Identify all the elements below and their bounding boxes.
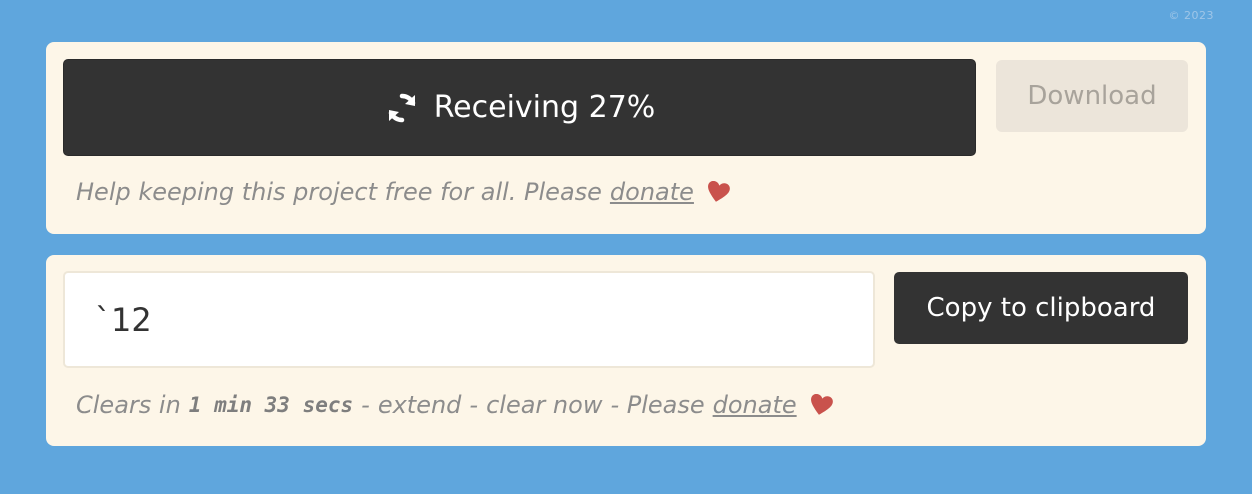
countdown-timer: 1 min 33 secs xyxy=(188,393,354,417)
receiving-button[interactable]: Receiving 27% xyxy=(63,59,976,156)
please-text: - Please xyxy=(610,391,705,419)
copy-to-clipboard-button[interactable]: Copy to clipboard xyxy=(894,272,1188,344)
help-text: Help keeping this project free for all. … xyxy=(76,178,730,206)
receiving-label: Receiving 27% xyxy=(433,90,656,125)
donate-link[interactable]: donate xyxy=(610,178,694,206)
clears-in-label: Clears in xyxy=(76,391,181,419)
help-message: Help keeping this project free for all. … xyxy=(76,178,602,206)
separator: - xyxy=(361,391,370,419)
separator: - xyxy=(469,391,479,419)
clear-info: Clears in 1 min 33 secs - extend - clear… xyxy=(76,391,833,419)
donate-link[interactable]: donate xyxy=(713,391,797,419)
heart-icon xyxy=(809,393,833,416)
clipboard-card: `12 Copy to clipboard Clears in 1 min 33… xyxy=(46,255,1206,446)
download-button[interactable]: Download xyxy=(996,60,1188,132)
receive-card: Receiving 27% Download Help keeping this… xyxy=(46,42,1206,234)
sync-icon xyxy=(384,90,420,126)
heart-icon xyxy=(706,180,730,203)
clear-now-link[interactable]: clear now xyxy=(486,391,602,419)
extend-link[interactable]: extend xyxy=(378,391,462,419)
clipboard-text-field[interactable]: `12 xyxy=(63,271,875,368)
corner-text: © 2023 xyxy=(1168,9,1214,22)
